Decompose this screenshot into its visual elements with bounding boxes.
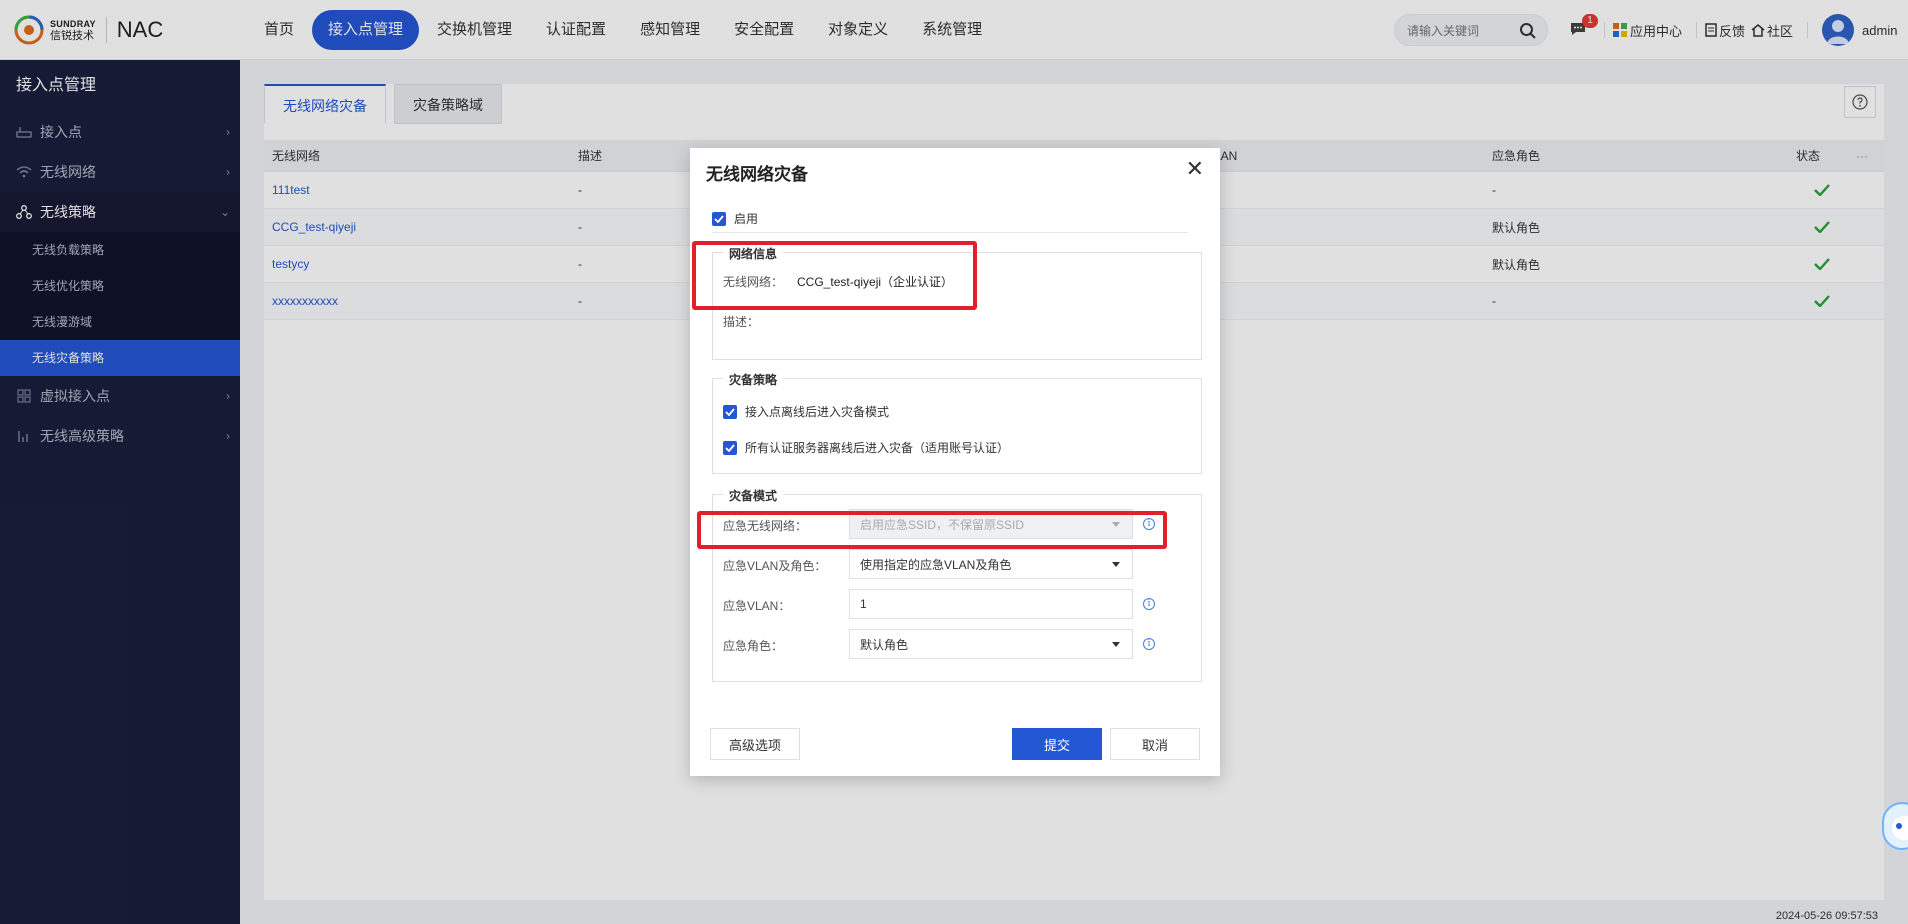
vlan-role-value: 使用指定的应急VLAN及角色 xyxy=(860,557,1012,572)
disaster-policy-section: 灾备策略 接入点离线后进入灾备模式 所有认证服务器离线后进入灾备（适用账号认证） xyxy=(712,371,1202,474)
enable-label: 启用 xyxy=(734,212,759,226)
emergency-vlan-input[interactable]: 1 xyxy=(849,589,1133,619)
description-label: 描述： xyxy=(723,315,760,329)
highlight-box-network-info xyxy=(692,241,977,310)
robot-icon xyxy=(1892,816,1908,840)
enable-checkbox-row[interactable]: 启用 xyxy=(712,210,758,227)
close-icon[interactable]: ✕ xyxy=(1186,158,1204,180)
info-icon[interactable]: i xyxy=(1143,598,1155,610)
policy-option-ap-offline[interactable]: 接入点离线后进入灾备模式 xyxy=(723,403,889,420)
emergency-role-label: 应急角色： xyxy=(723,639,784,653)
emergency-role-value: 默认角色 xyxy=(860,637,909,652)
emergency-vlan-label: 应急VLAN： xyxy=(723,599,791,613)
ap-offline-checkbox[interactable] xyxy=(723,404,737,419)
description-row: 描述： xyxy=(723,313,759,330)
ap-offline-label: 接入点离线后进入灾备模式 xyxy=(745,405,890,419)
advanced-options-button[interactable]: 高级选项 xyxy=(710,728,800,760)
emergency-role-select[interactable]: 默认角色 xyxy=(849,629,1133,659)
info-icon[interactable]: i xyxy=(1143,638,1155,650)
disaster-mode-legend: 灾备模式 xyxy=(723,487,784,504)
disaster-policy-legend: 灾备策略 xyxy=(723,371,784,388)
cancel-button[interactable]: 取消 xyxy=(1110,728,1200,760)
divider xyxy=(712,232,1188,233)
vlan-role-label: 应急VLAN及角色： xyxy=(723,559,827,573)
assistant-bot-icon[interactable] xyxy=(1882,802,1908,850)
auth-offline-checkbox[interactable] xyxy=(723,440,737,455)
vlan-role-select[interactable]: 使用指定的应急VLAN及角色 xyxy=(849,549,1133,579)
enable-checkbox[interactable] xyxy=(712,211,726,226)
chevron-down-icon xyxy=(1112,562,1120,567)
chevron-down-icon xyxy=(1112,642,1120,647)
highlight-box-emergency-network xyxy=(697,511,1167,549)
dialog-title: 无线网络灾备 xyxy=(706,165,808,184)
auth-offline-label: 所有认证服务器离线后进入灾备（适用账号认证） xyxy=(745,441,1010,455)
emergency-vlan-value: 1 xyxy=(860,597,867,611)
submit-button[interactable]: 提交 xyxy=(1012,728,1102,760)
policy-option-auth-offline[interactable]: 所有认证服务器离线后进入灾备（适用账号认证） xyxy=(723,439,1009,456)
